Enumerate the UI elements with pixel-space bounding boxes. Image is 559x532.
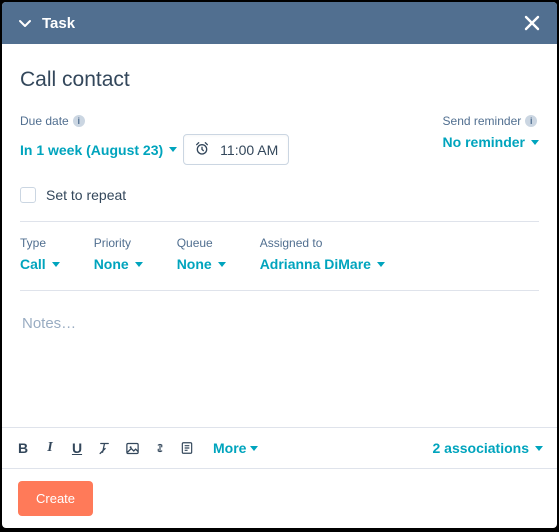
task-panel: Task Due date i In 1 week (August 23) bbox=[2, 2, 557, 528]
divider bbox=[20, 221, 539, 222]
clear-format-button[interactable] bbox=[97, 441, 112, 456]
chevron-down-icon bbox=[531, 140, 539, 145]
chevron-down-icon bbox=[135, 262, 143, 267]
chevron-down-icon bbox=[250, 446, 258, 451]
queue-label: Queue bbox=[177, 236, 226, 250]
create-button[interactable]: Create bbox=[18, 481, 93, 516]
more-dropdown[interactable]: More bbox=[213, 440, 258, 456]
chevron-down-icon bbox=[169, 147, 177, 152]
notes-editor[interactable]: Notes… bbox=[20, 309, 539, 427]
due-date-label: Due date bbox=[20, 114, 69, 128]
repeat-label: Set to repeat bbox=[46, 187, 126, 203]
assigned-dropdown[interactable]: Adrianna DiMare bbox=[260, 256, 385, 272]
italic-button[interactable]: I bbox=[43, 440, 57, 456]
clock-icon bbox=[194, 140, 210, 159]
notes-placeholder: Notes… bbox=[20, 309, 539, 338]
priority-dropdown[interactable]: None bbox=[94, 256, 143, 272]
repeat-checkbox[interactable] bbox=[20, 187, 36, 203]
panel-title: Task bbox=[42, 15, 523, 32]
priority-label: Priority bbox=[94, 236, 143, 250]
due-date-dropdown[interactable]: In 1 week (August 23) bbox=[20, 142, 177, 158]
info-icon[interactable]: i bbox=[525, 115, 537, 127]
image-button[interactable] bbox=[125, 441, 140, 456]
task-title-input[interactable] bbox=[20, 62, 539, 106]
assigned-label: Assigned to bbox=[260, 236, 385, 250]
reminder-label: Send reminder bbox=[443, 114, 522, 128]
reminder-dropdown[interactable]: No reminder bbox=[443, 134, 539, 150]
type-label: Type bbox=[20, 236, 60, 250]
associations-dropdown[interactable]: 2 associations bbox=[433, 440, 544, 456]
queue-dropdown[interactable]: None bbox=[177, 256, 226, 272]
editor-toolbar: B I U More 2 associations bbox=[2, 427, 557, 469]
chevron-down-icon bbox=[218, 262, 226, 267]
close-icon[interactable] bbox=[523, 14, 541, 32]
chevron-down-icon bbox=[52, 262, 60, 267]
panel-footer: Create bbox=[2, 469, 557, 528]
time-input[interactable]: 11:00 AM bbox=[183, 134, 289, 165]
snippet-button[interactable] bbox=[180, 441, 194, 455]
link-button[interactable] bbox=[153, 441, 167, 455]
bold-button[interactable]: B bbox=[16, 440, 30, 456]
type-dropdown[interactable]: Call bbox=[20, 256, 60, 272]
panel-header: Task bbox=[2, 2, 557, 44]
collapse-icon[interactable] bbox=[18, 16, 32, 30]
info-icon[interactable]: i bbox=[73, 115, 85, 127]
chevron-down-icon bbox=[377, 262, 385, 267]
divider bbox=[20, 290, 539, 291]
underline-button[interactable]: U bbox=[70, 440, 84, 456]
chevron-down-icon bbox=[535, 446, 543, 451]
